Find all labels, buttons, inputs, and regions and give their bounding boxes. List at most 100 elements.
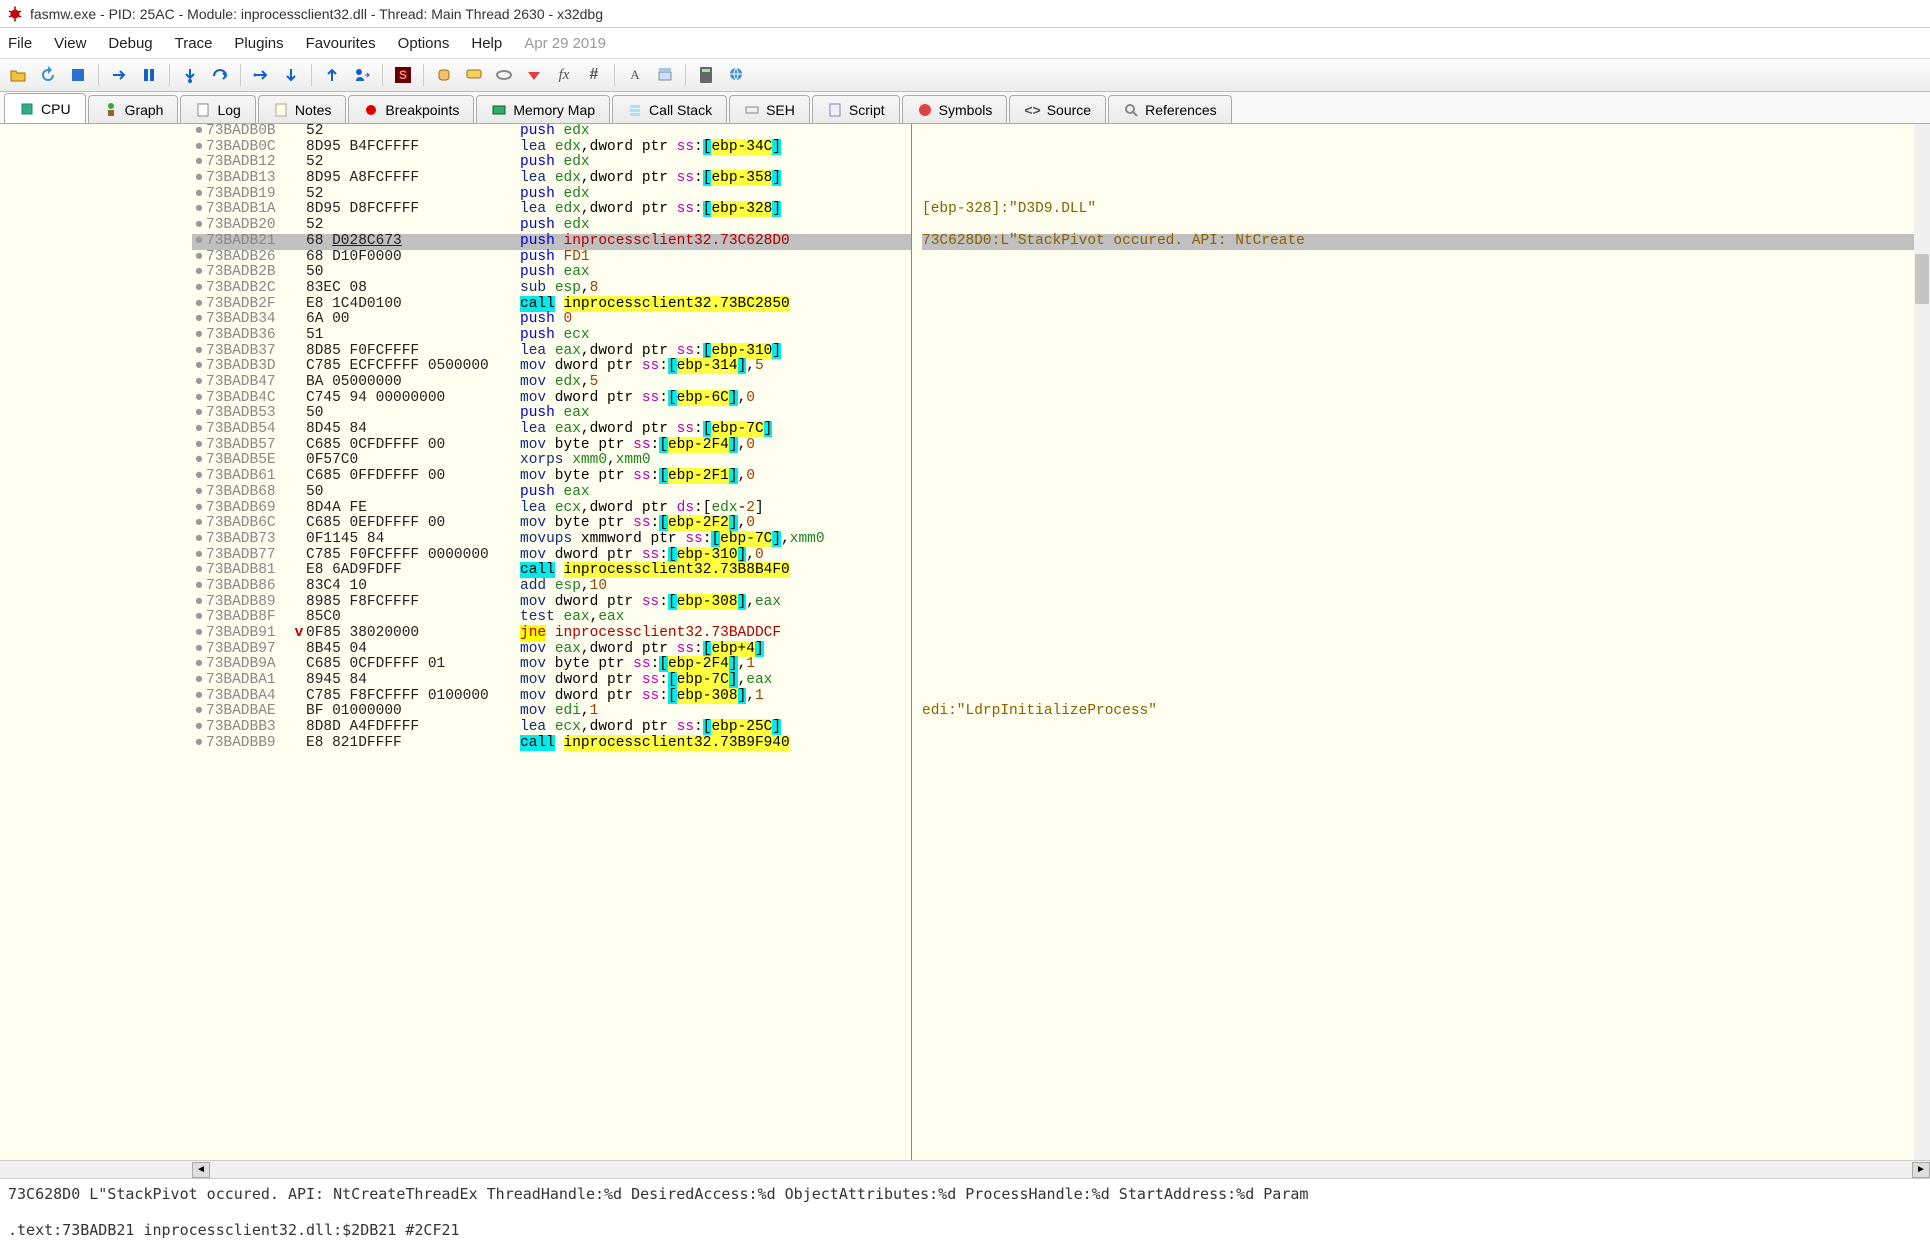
comments-panel[interactable]: [ebp-328]:"D3D9.DLL" 73C628D0:L"StackPiv… [912,124,1930,1160]
step-into-button[interactable] [178,63,202,87]
tab-graph[interactable]: Graph [88,95,179,123]
comment-row[interactable] [922,469,1930,485]
comment-row[interactable] [922,626,1930,642]
disasm-row[interactable]: ●73BADB2F E8 1C4D0100 call inprocessclie… [192,297,911,313]
disasm-row[interactable]: ●73BADB0B 52 push edx [192,124,911,140]
disasm-row[interactable]: ●73BADB4C C745 94 00000000 mov dword ptr… [192,391,911,407]
labels-button[interactable] [492,63,516,87]
comment-row[interactable] [922,563,1930,579]
disasm-row[interactable]: ●73BADB86 83C4 10 add esp,10 [192,579,911,595]
trace-over-button[interactable] [279,63,303,87]
menu-help[interactable]: Help [471,35,502,52]
disasm-row[interactable]: ●73BADB0C 8D95 B4FCFFFF lea edx,dword pt… [192,140,911,156]
disasm-row[interactable]: ●73BADB12 52 push edx [192,155,911,171]
step-over-button[interactable] [208,63,232,87]
comment-row[interactable] [922,312,1930,328]
comment-row[interactable] [922,673,1930,689]
tab-cpu[interactable]: CPU [4,93,86,123]
functions-button[interactable]: fx [552,63,576,87]
tab-source[interactable]: <>Source [1009,95,1106,123]
tab-breakpoints[interactable]: Breakpoints [348,95,474,123]
comment-row[interactable] [922,548,1930,564]
comment-row[interactable] [922,391,1930,407]
disasm-row[interactable]: ●73BADB5E 0F57C0 xorps xmm0,xmm0 [192,453,911,469]
comment-row[interactable] [922,501,1930,517]
comment-row[interactable] [922,297,1930,313]
disasm-row[interactable]: ●73BADB68 50 push eax [192,485,911,501]
menu-favourites[interactable]: Favourites [306,35,376,52]
menu-view[interactable]: View [54,35,86,52]
comment-row[interactable] [922,485,1930,501]
comment-row[interactable] [922,375,1930,391]
comment-row[interactable] [922,359,1930,375]
comment-row[interactable] [922,453,1930,469]
scrollbar-thumb[interactable] [1915,254,1929,304]
disasm-row[interactable]: ●73BADBAE BF 01000000 mov edi,1 [192,704,911,720]
comment-row[interactable] [922,406,1930,422]
menu-file[interactable]: File [8,35,32,52]
strings-button[interactable]: A [623,63,647,87]
disasm-row[interactable]: ●73BADB89 8985 F8FCFFFF mov dword ptr ss… [192,595,911,611]
disasm-row[interactable]: ●73BADB2B 50 push eax [192,265,911,281]
comment-row[interactable] [922,610,1930,626]
bookmarks-button[interactable] [522,63,546,87]
scroll-right-button[interactable]: ► [1912,1162,1930,1178]
disasm-row[interactable]: ●73BADB21 68 D028C673 push inprocessclie… [192,234,911,250]
comment-row[interactable] [922,595,1930,611]
comment-row[interactable] [922,532,1930,548]
comments-button[interactable] [462,63,486,87]
disasm-row[interactable]: ●73BADB97 8B45 04 mov eax,dword ptr ss:[… [192,642,911,658]
comment-row[interactable] [922,140,1930,156]
disasm-row[interactable]: ●73BADB91v0F85 38020000 jne inprocesscli… [192,626,911,642]
calls-button[interactable] [653,63,677,87]
restart-button[interactable] [36,63,60,87]
comment-row[interactable] [922,250,1930,266]
disasm-row[interactable]: ●73BADB26 68 D10F0000 push FD1 [192,250,911,266]
disasm-row[interactable]: ●73BADB73 0F1145 84 movups xmmword ptr s… [192,532,911,548]
vertical-scrollbar[interactable] [1914,124,1930,1160]
menu-debug[interactable]: Debug [108,35,152,52]
disassembly-panel[interactable]: ●73BADB0B 52 push edx●73BADB0C 8D95 B4FC… [192,124,912,1160]
online-button[interactable] [724,63,748,87]
disasm-row[interactable]: ●73BADB47 BA 05000000 mov edx,5 [192,375,911,391]
scylla-button[interactable]: S [391,63,415,87]
comment-row[interactable] [922,187,1930,203]
patches-button[interactable] [432,63,456,87]
comment-row[interactable] [922,171,1930,187]
tab-seh[interactable]: SEH [729,95,810,123]
disasm-row[interactable]: ●73BADBB3 8D8D A4FDFFFF lea ecx,dword pt… [192,720,911,736]
tab-script[interactable]: Script [812,95,900,123]
disasm-row[interactable]: ●73BADB1A 8D95 D8FCFFFF lea edx,dword pt… [192,202,911,218]
comment-row[interactable] [922,689,1930,705]
comment-row[interactable] [922,516,1930,532]
disasm-row[interactable]: ●73BADB36 51 push ecx [192,328,911,344]
variables-button[interactable]: # [582,63,606,87]
disasm-row[interactable]: ●73BADB8F 85C0 test eax,eax [192,610,911,626]
comment-row[interactable] [922,328,1930,344]
comment-row[interactable]: [ebp-328]:"D3D9.DLL" [922,202,1930,218]
tab-call-stack[interactable]: Call Stack [612,95,727,123]
pause-button[interactable] [137,63,161,87]
disasm-row[interactable]: ●73BADBA1 8945 84 mov dword ptr ss:[ebp-… [192,673,911,689]
comment-row[interactable]: edi:"LdrpInitializeProcess" [922,704,1930,720]
tab-symbols[interactable]: Symbols [902,95,1008,123]
tab-notes[interactable]: Notes [258,95,347,123]
disasm-row[interactable]: ●73BADBB9 E8 821DFFFF call inprocessclie… [192,736,911,752]
step-out-button[interactable] [320,63,344,87]
comment-row[interactable] [922,438,1930,454]
disasm-row[interactable]: ●73BADB19 52 push edx [192,187,911,203]
disasm-row[interactable]: ●73BADB53 50 push eax [192,406,911,422]
disasm-row[interactable]: ●73BADB20 52 push edx [192,218,911,234]
disasm-row[interactable]: ●73BADB13 8D95 A8FCFFFF lea edx,dword pt… [192,171,911,187]
horizontal-scrollbar[interactable]: ◄ ► [0,1160,1930,1178]
disasm-row[interactable]: ●73BADB2C 83EC 08 sub esp,8 [192,281,911,297]
scroll-left-button[interactable]: ◄ [192,1162,210,1178]
disasm-row[interactable]: ●73BADB6C C685 0EFDFFFF 00 mov byte ptr … [192,516,911,532]
menu-trace[interactable]: Trace [175,35,213,52]
run-to-user-button[interactable] [350,63,374,87]
disasm-row[interactable]: ●73BADB3D C785 ECFCFFFF 0500000mov dword… [192,359,911,375]
stop-button[interactable] [66,63,90,87]
comment-row[interactable] [922,265,1930,281]
comment-row[interactable] [922,642,1930,658]
comment-row[interactable] [922,657,1930,673]
